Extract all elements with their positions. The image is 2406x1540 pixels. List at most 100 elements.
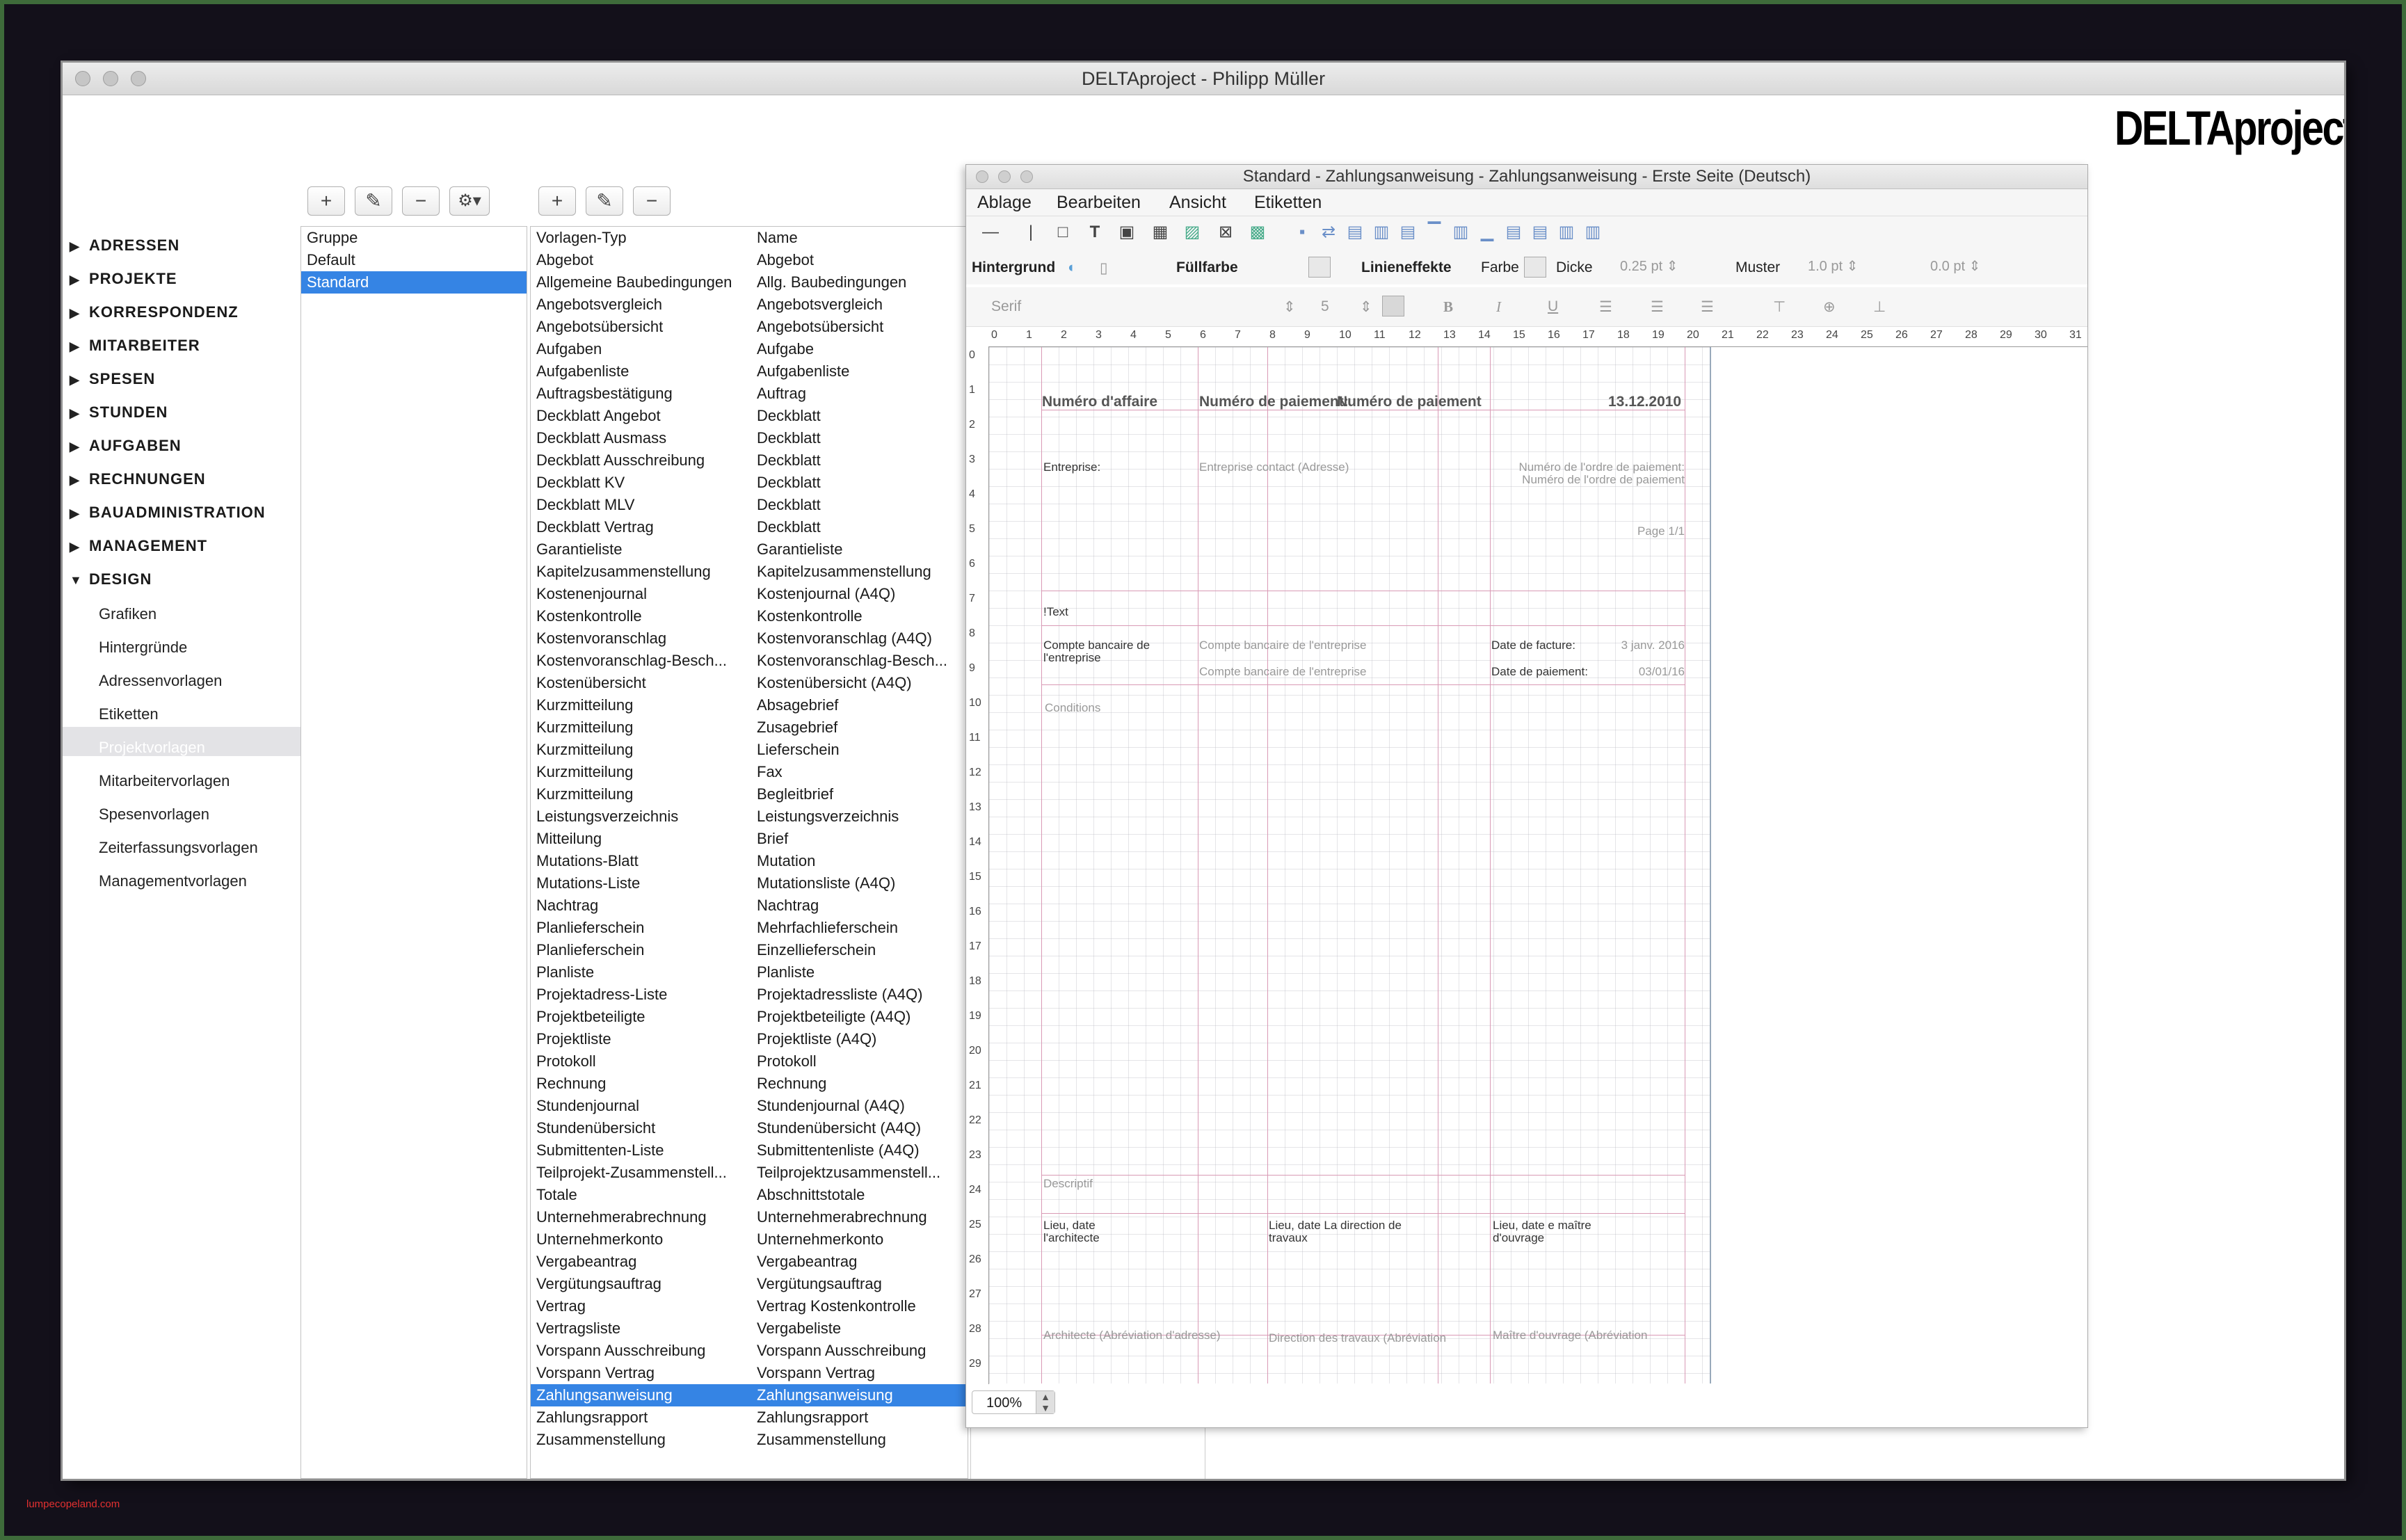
offset-stepper[interactable]: 0.0 pt ⇕ — [1930, 255, 1980, 278]
group-list[interactable]: Gruppe Default Standard — [300, 226, 527, 1479]
nav-section-aufgaben[interactable]: ▶ AUFGABEN — [70, 437, 182, 455]
underline-button[interactable]: U — [1548, 298, 1558, 315]
page-field-sig-maitre[interactable]: Maître d'ouvrage (Abréviation — [1493, 1329, 1647, 1342]
template-row[interactable]: Kapitelzusammenstellung Kapitelzusammenst… — [531, 561, 968, 583]
template-row[interactable]: Auftragsbestätigung Auftrag — [531, 383, 968, 405]
bold-button[interactable]: B — [1443, 298, 1453, 316]
template-row[interactable]: Zahlungsanweisung Zahlungsanweisung — [531, 1384, 968, 1406]
template-row[interactable]: Kostenenjournal Kostenjournal (A4Q) — [531, 583, 968, 605]
disclosure-closed-icon[interactable]: ▶ — [70, 306, 89, 321]
font-size-stepper[interactable]: 5 ⇕ — [1321, 298, 1377, 315]
page-field-descriptif[interactable]: Descriptif — [1043, 1178, 1093, 1190]
nav-item-projektvorlagen[interactable]: Projektvorlagen — [99, 739, 205, 757]
page-field-page-number[interactable]: Page 1/1 — [1615, 525, 1685, 538]
page-field-text[interactable]: !Text — [1043, 606, 1068, 618]
template-row[interactable]: Vertragsliste Vergabeliste — [531, 1317, 968, 1340]
column-header-name[interactable]: Name — [757, 227, 965, 249]
nav-item-spesenvorlagen[interactable]: Spesenvorlagen — [99, 805, 209, 824]
design-canvas[interactable]: Numéro d'affaire Numéro de paiement: Num… — [989, 347, 2087, 1383]
disclosure-closed-icon[interactable]: ▶ — [70, 406, 89, 421]
group-item[interactable]: Standard — [301, 271, 527, 294]
same-width-icon[interactable]: ▥ — [1557, 223, 1575, 241]
page-field-numero-paiement-label[interactable]: Numéro de paiement: — [1199, 394, 1349, 410]
image-tool-icon[interactable]: ▨ — [1183, 223, 1201, 241]
template-row[interactable]: Projektbeteiligte Projektbeteiligte (A4Q) — [531, 1006, 968, 1028]
template-row[interactable]: Aufgabenliste Aufgabenliste — [531, 360, 968, 383]
disclosure-closed-icon[interactable]: ▶ — [70, 540, 89, 554]
nav-section-bauadministration[interactable]: ▶ BAUADMINISTRATION — [70, 504, 266, 522]
template-row[interactable]: Zahlungsrapport Zahlungsrapport — [531, 1406, 968, 1429]
template-row[interactable]: Deckblatt Angebot Deckblatt — [531, 405, 968, 427]
template-row[interactable]: Deckblatt Vertrag Deckblatt — [531, 516, 968, 538]
template-row[interactable]: Allgemeine Baubedingungen Allg. Baubeding… — [531, 271, 968, 294]
background-color-icon[interactable]: ◐ — [1068, 259, 1077, 276]
column-header-type[interactable]: Vorlagen-Typ — [536, 227, 752, 249]
pattern-stepper[interactable]: 1.0 pt ⇕ — [1808, 255, 1858, 278]
page-field-sig-direction[interactable]: Direction des travaux (Abréviation — [1269, 1332, 1446, 1345]
disclosure-closed-icon[interactable]: ▶ — [70, 506, 89, 521]
page-field-compte-2[interactable]: Compte bancaire de l'entreprise — [1199, 666, 1366, 678]
background-page-icon[interactable]: ▯ — [1100, 259, 1108, 277]
edit-group-button[interactable]: ✎ — [355, 186, 392, 216]
distribute-horizontal-icon[interactable]: ▤ — [1505, 223, 1523, 241]
template-row[interactable]: Kostenübersicht Kostenübersicht (A4Q) — [531, 672, 968, 694]
nav-item-mitarbeitervorlagen[interactable]: Mitarbeitervorlagen — [99, 772, 230, 790]
template-row[interactable]: Deckblatt KV Deckblatt — [531, 472, 968, 494]
add-template-button[interactable]: + — [538, 186, 576, 216]
settings-gear-button[interactable]: ⚙▾ — [449, 186, 490, 216]
template-row[interactable]: Mutations-Blatt Mutation — [531, 850, 968, 872]
template-row[interactable]: Stundenjournal Stundenjournal (A4Q) — [531, 1095, 968, 1117]
template-row[interactable]: Mitteilung Brief — [531, 828, 968, 850]
nav-section-projekte[interactable]: ▶ PROJEKTE — [70, 270, 177, 288]
page-field-compte-label[interactable]: Compte bancaire de l'entreprise — [1043, 639, 1182, 664]
template-row[interactable]: Vergütungsauftrag Vergütungsauftrag — [531, 1273, 968, 1295]
text-align-right-icon[interactable]: ☰ — [1701, 298, 1714, 316]
arrange-icon[interactable]: ⇄ — [1320, 223, 1338, 241]
disclosure-closed-icon[interactable]: ▶ — [70, 373, 89, 387]
valign-top-icon[interactable]: ⊤ — [1773, 298, 1786, 316]
disclosure-closed-icon[interactable]: ▶ — [70, 440, 89, 454]
page-field-conditions[interactable]: Conditions — [1045, 702, 1100, 714]
template-list[interactable]: Vorlagen-Typ Name Abgebot Abgebot Allgemei… — [530, 226, 968, 1479]
nav-item-etiketten[interactable]: Etiketten — [99, 705, 159, 723]
nav-section-rechnungen[interactable]: ▶ RECHNUNGEN — [70, 470, 206, 488]
template-list-header[interactable]: Vorlagen-Typ Name — [531, 227, 968, 249]
nav-section-adressen[interactable]: ▶ ADRESSEN — [70, 236, 179, 255]
disclosure-closed-icon[interactable]: ▶ — [70, 273, 89, 287]
template-row[interactable]: Deckblatt Ausmass Deckblatt — [531, 427, 968, 449]
template-row[interactable]: Planlieferschein Einzellieferschein — [531, 939, 968, 961]
font-color-swatch[interactable] — [1382, 296, 1404, 316]
page-field-entreprise-contact[interactable]: Entreprise contact (Adresse) — [1199, 461, 1349, 474]
template-row[interactable]: Vorspann Vertrag Vorspann Vertrag — [531, 1362, 968, 1384]
vertical-line-tool-icon[interactable]: | — [1022, 223, 1040, 241]
template-row[interactable]: Unternehmerabrechnung Unternehmerabrechnu… — [531, 1206, 968, 1228]
zoom-stepper-icon[interactable]: ▲ ▼ — [1036, 1391, 1054, 1413]
page-field-date-paiement[interactable]: 03/01/16 — [1601, 666, 1685, 678]
valign-bottom-icon[interactable]: ⊥ — [1873, 298, 1886, 316]
text-align-center-icon[interactable]: ☰ — [1651, 298, 1664, 316]
placeholder-tool-icon[interactable]: ⊠ — [1217, 223, 1235, 241]
distribute-vertical-icon[interactable]: ▤ — [1531, 223, 1549, 241]
page-field-numero-affaire[interactable]: Numéro d'affaire — [1042, 394, 1157, 410]
page-field-compte-1[interactable]: Compte bancaire de l'entreprise — [1199, 639, 1366, 652]
group-item[interactable]: Default — [301, 249, 527, 271]
template-row[interactable]: Kurzmitteilung Lieferschein — [531, 739, 968, 761]
editor-minimize-button[interactable] — [998, 170, 1011, 183]
page-field-entreprise[interactable]: Entreprise: — [1043, 461, 1100, 474]
line-color-swatch[interactable] — [1524, 257, 1546, 278]
text-tool-icon[interactable]: T — [1086, 223, 1104, 241]
same-height-icon[interactable]: ▥ — [1584, 223, 1602, 241]
page-field-numero-paiement[interactable]: Numéro de paiement — [1337, 394, 1482, 410]
template-row[interactable]: Kostenkontrolle Kostenkontrolle — [531, 605, 968, 627]
template-row[interactable]: Aufgaben Aufgabe — [531, 338, 968, 360]
page-field-date-paiement-label[interactable]: Date de paiement: — [1491, 666, 1588, 678]
template-row[interactable]: Rechnung Rechnung — [531, 1073, 968, 1095]
template-row[interactable]: Deckblatt Ausschreibung Deckblatt — [531, 449, 968, 472]
template-row[interactable]: Projektadress-Liste Projektadressliste (A… — [531, 984, 968, 1006]
fill-color-swatch[interactable] — [1308, 257, 1331, 278]
align-right-icon[interactable]: ▤ — [1399, 223, 1417, 241]
nav-item-grafiken[interactable]: Grafiken — [99, 605, 157, 623]
editor-close-button[interactable] — [976, 170, 988, 183]
editor-zoom-button[interactable] — [1020, 170, 1033, 183]
disclosure-closed-icon[interactable]: ▶ — [70, 473, 89, 488]
